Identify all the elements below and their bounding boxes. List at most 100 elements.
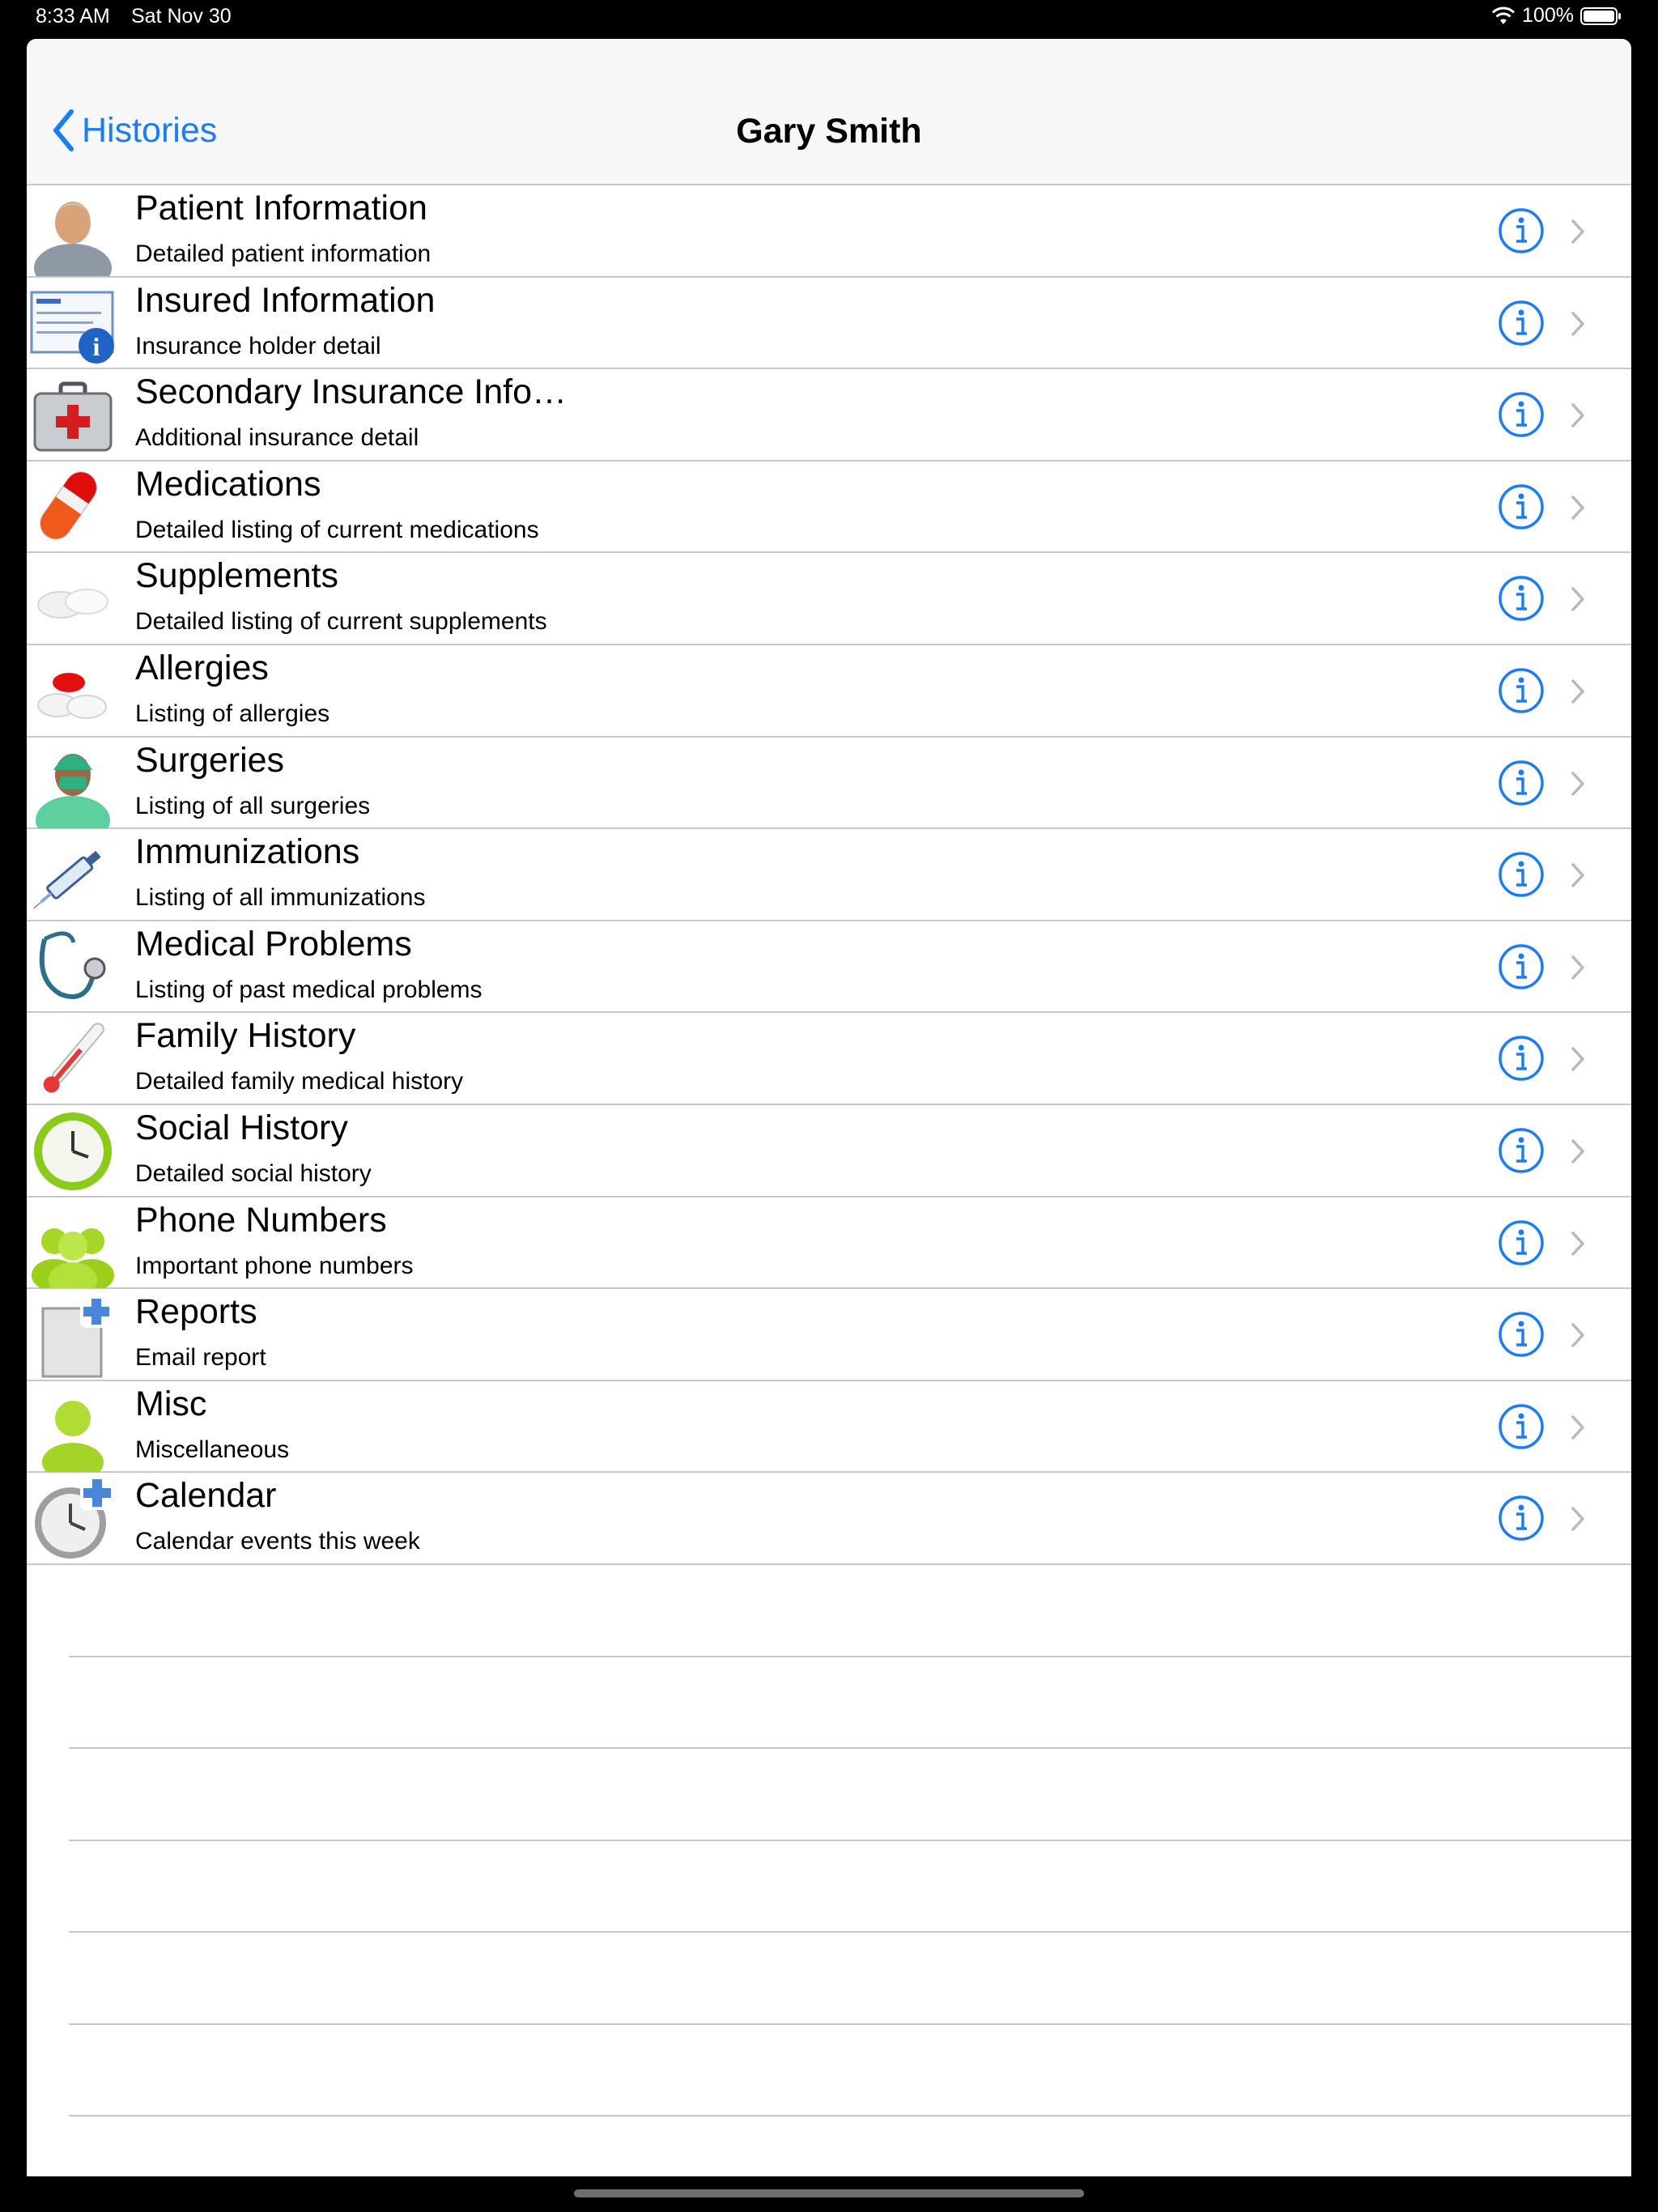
info-icon[interactable]: [1498, 1219, 1545, 1266]
info-icon[interactable]: [1498, 575, 1545, 622]
empty-row: [69, 2025, 1631, 2117]
list-item-subtitle: Email report: [135, 1344, 266, 1372]
clock-icon: [28, 1107, 117, 1196]
list-item-subtitle: Insurance holder detail: [135, 332, 381, 359]
empty-row: [69, 2116, 1631, 2176]
list-item-title: Medications: [135, 464, 321, 504]
list-item-subtitle: Listing of allergies: [135, 700, 330, 727]
add-document-icon: [28, 1291, 117, 1380]
list-item-title: Social History: [135, 1108, 348, 1147]
empty-row: [69, 1565, 1631, 1657]
first-aid-kit-icon: [28, 371, 117, 460]
battery-icon: [1580, 6, 1621, 25]
stethoscope-icon: [28, 923, 117, 1012]
list-item-subtitle: Listing of all surgeries: [135, 792, 371, 819]
list-item-title: Phone Numbers: [135, 1200, 387, 1240]
list-item-subtitle: Calendar events this week: [135, 1528, 420, 1555]
info-icon[interactable]: [1498, 1403, 1545, 1450]
list-item[interactable]: Surgeries Listing of all surgeries: [27, 738, 1631, 844]
chevron-right-icon: [1571, 587, 1584, 612]
status-date: Sat Nov 30: [131, 5, 232, 28]
empty-row: [69, 1657, 1631, 1750]
list-item-subtitle: Detailed social history: [135, 1159, 372, 1187]
info-icon[interactable]: [1498, 207, 1545, 254]
list-item[interactable]: Misc Miscellaneous: [27, 1381, 1631, 1482]
chevron-right-icon: [1571, 496, 1584, 520]
list-item[interactable]: Medical Problems Listing of past medical …: [27, 921, 1631, 1014]
list-item-title: Medical Problems: [135, 924, 412, 963]
info-icon[interactable]: [1498, 1495, 1545, 1542]
chevron-right-icon: [1571, 771, 1584, 796]
list-item[interactable]: Supplements Detailed listing of current s…: [27, 553, 1631, 645]
info-icon[interactable]: [1498, 1127, 1545, 1174]
chevron-right-icon: [1571, 1139, 1584, 1163]
wifi-icon: [1491, 6, 1516, 24]
chevron-right-icon: [1571, 1231, 1584, 1256]
list-item[interactable]: Secondary Insurance Info… Additional insu…: [27, 369, 1631, 462]
list-item-title: Calendar: [135, 1476, 277, 1516]
chevron-right-icon: [1571, 955, 1584, 980]
list-item-title: Secondary Insurance Info…: [135, 372, 568, 412]
status-bar: 8:33 AM Sat Nov 30 100%: [0, 0, 1658, 32]
info-icon[interactable]: [1498, 667, 1545, 714]
contacts-icon: [28, 1199, 117, 1298]
list-item-subtitle: Important phone numbers: [135, 1252, 414, 1279]
list-item[interactable]: Social History Detailed social history: [27, 1105, 1631, 1197]
page-title: Gary Smith: [736, 112, 922, 151]
list-item[interactable]: Medications Detailed listing of current m…: [27, 462, 1631, 554]
chevron-right-icon: [1571, 311, 1584, 336]
history-list: Patient Information Detailed patient info…: [27, 185, 1631, 2176]
list-item-subtitle: Detailed listing of current supplements: [135, 608, 547, 636]
list-item[interactable]: Allergies Listing of allergies: [27, 645, 1631, 738]
chevron-right-icon: [1571, 863, 1584, 887]
info-icon[interactable]: [1498, 391, 1545, 438]
chevron-right-icon: [1571, 1414, 1584, 1440]
status-indicators: 100%: [1491, 4, 1622, 28]
list-item-title: Supplements: [135, 556, 338, 596]
patient-icon: [28, 187, 117, 292]
chevron-right-icon: [1571, 1323, 1584, 1347]
empty-row: [69, 1841, 1631, 1933]
info-icon[interactable]: [1498, 759, 1545, 806]
list-item-title: Misc: [135, 1384, 207, 1423]
list-item[interactable]: Family History Detailed family medical hi…: [27, 1013, 1631, 1105]
add-clock-icon: [28, 1474, 117, 1563]
list-item-title: Family History: [135, 1016, 356, 1056]
chevron-right-icon: [1571, 403, 1584, 428]
list-item[interactable]: Patient Information Detailed patient info…: [27, 185, 1631, 292]
svg-text:i: i: [93, 332, 100, 361]
capsules-icon: [28, 463, 117, 552]
list-item-subtitle: Detailed family medical history: [135, 1068, 464, 1095]
thermometer-icon: [28, 1015, 117, 1104]
list-item-subtitle: Detailed listing of current medications: [135, 516, 539, 543]
list-item[interactable]: Phone Numbers Important phone numbers: [27, 1197, 1631, 1298]
info-icon[interactable]: [1498, 483, 1545, 530]
battery-percent: 100%: [1522, 4, 1574, 27]
info-icon[interactable]: [1498, 851, 1545, 898]
surgeon-icon: [28, 739, 117, 844]
list-item[interactable]: Calendar Calendar events this week: [27, 1473, 1631, 1565]
tablets-icon: [28, 555, 117, 644]
list-item[interactable]: Reports Email report: [27, 1289, 1631, 1381]
list-item-subtitle: Miscellaneous: [135, 1436, 290, 1463]
list-item-subtitle: Listing of past medical problems: [135, 976, 483, 1003]
chevron-right-icon: [1571, 679, 1584, 704]
empty-row: [69, 1933, 1631, 2025]
info-icon[interactable]: [1498, 300, 1545, 347]
info-icon[interactable]: [1498, 1035, 1545, 1082]
home-indicator[interactable]: [574, 2189, 1084, 2197]
list-item-title: Surgeries: [135, 740, 285, 780]
list-item[interactable]: Immunizations Listing of all immunization…: [27, 829, 1631, 921]
info-icon[interactable]: [1498, 1311, 1545, 1358]
list-item-title: Immunizations: [135, 832, 360, 872]
list-item[interactable]: i Insured Information Insurance holder det…: [27, 278, 1631, 370]
list-item-title: Patient Information: [135, 189, 427, 228]
empty-row: [69, 1749, 1631, 1841]
list-item-title: Insured Information: [135, 280, 436, 320]
navigation-bar: Histories Gary Smith: [27, 39, 1631, 185]
info-icon[interactable]: [1498, 943, 1545, 990]
insurance-card-icon: i: [28, 279, 117, 368]
app-window: Histories Gary Smith Patient Information…: [27, 39, 1631, 2176]
list-item-title: Allergies: [135, 648, 269, 687]
chevron-right-icon: [1571, 219, 1584, 244]
